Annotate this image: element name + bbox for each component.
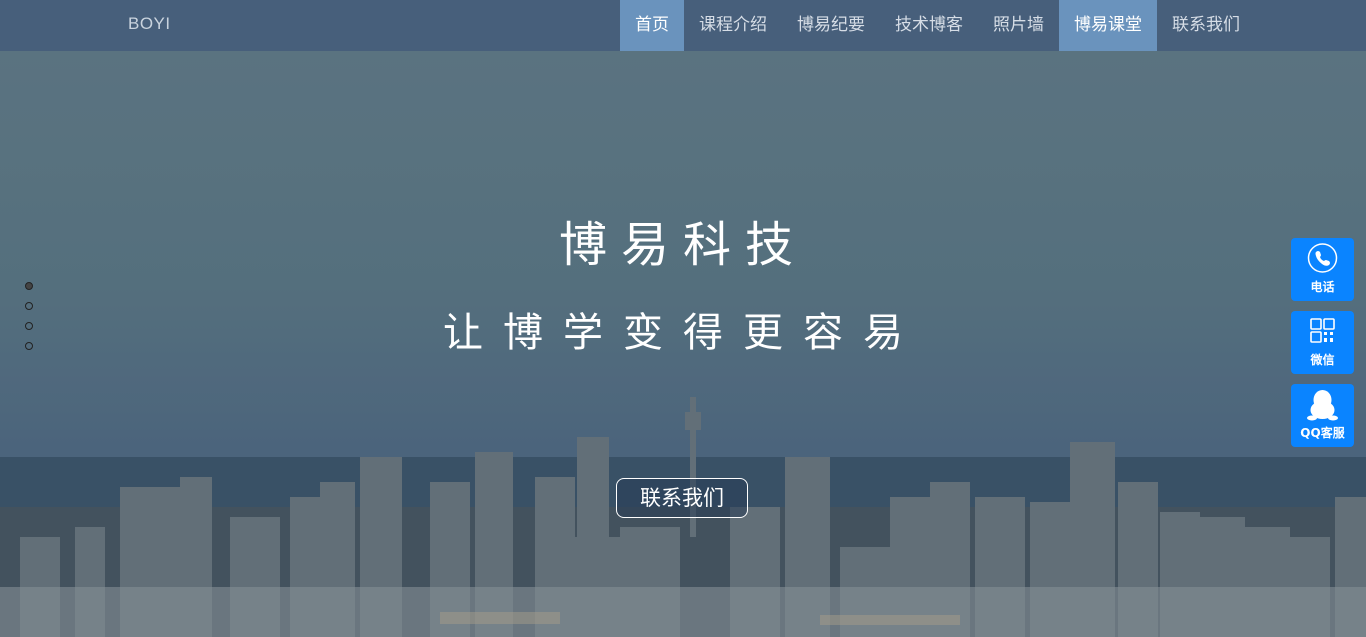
pagination-dot[interactable]: [25, 322, 33, 330]
hero-headline: 博易科技: [558, 217, 807, 273]
wechat-label: 微信: [1310, 353, 1335, 367]
pagination-dot[interactable]: [25, 342, 33, 350]
slide-pagination: [25, 282, 33, 362]
nav-item-summary[interactable]: 博易纪要: [782, 0, 880, 51]
hero-tagline: 让博学变得更容易: [443, 310, 923, 356]
nav-item-classroom[interactable]: 博易课堂: [1059, 0, 1157, 51]
top-navbar: BOYI 首页 课程介绍 博易纪要 技术博客 照片墙 博易课堂 联系我们: [0, 0, 1366, 51]
nav-item-courses[interactable]: 课程介绍: [684, 0, 782, 51]
phone-button[interactable]: 电话: [1291, 238, 1354, 301]
phone-icon: [1307, 243, 1338, 273]
wechat-button[interactable]: 微信: [1291, 311, 1354, 374]
qq-service-label: QQ客服: [1300, 426, 1345, 440]
qq-service-button[interactable]: QQ客服: [1291, 384, 1354, 447]
nav-item-contact[interactable]: 联系我们: [1157, 0, 1255, 51]
qq-penguin-icon: [1307, 390, 1338, 421]
nav-item-home[interactable]: 首页: [620, 0, 684, 51]
phone-label: 电话: [1310, 280, 1335, 294]
pagination-dot[interactable]: [25, 282, 33, 290]
main-nav: 首页 课程介绍 博易纪要 技术博客 照片墙 博易课堂 联系我们: [620, 0, 1255, 51]
qr-code-icon: [1310, 318, 1335, 343]
nav-item-photo-wall[interactable]: 照片墙: [978, 0, 1059, 51]
pagination-dot[interactable]: [25, 302, 33, 310]
nav-item-tech-blog[interactable]: 技术博客: [880, 0, 978, 51]
contact-us-button[interactable]: 联系我们: [616, 478, 748, 518]
floating-contact-bar: 电话 微信 QQ客服: [1291, 238, 1354, 457]
brand-logo[interactable]: BOYI: [128, 14, 171, 34]
